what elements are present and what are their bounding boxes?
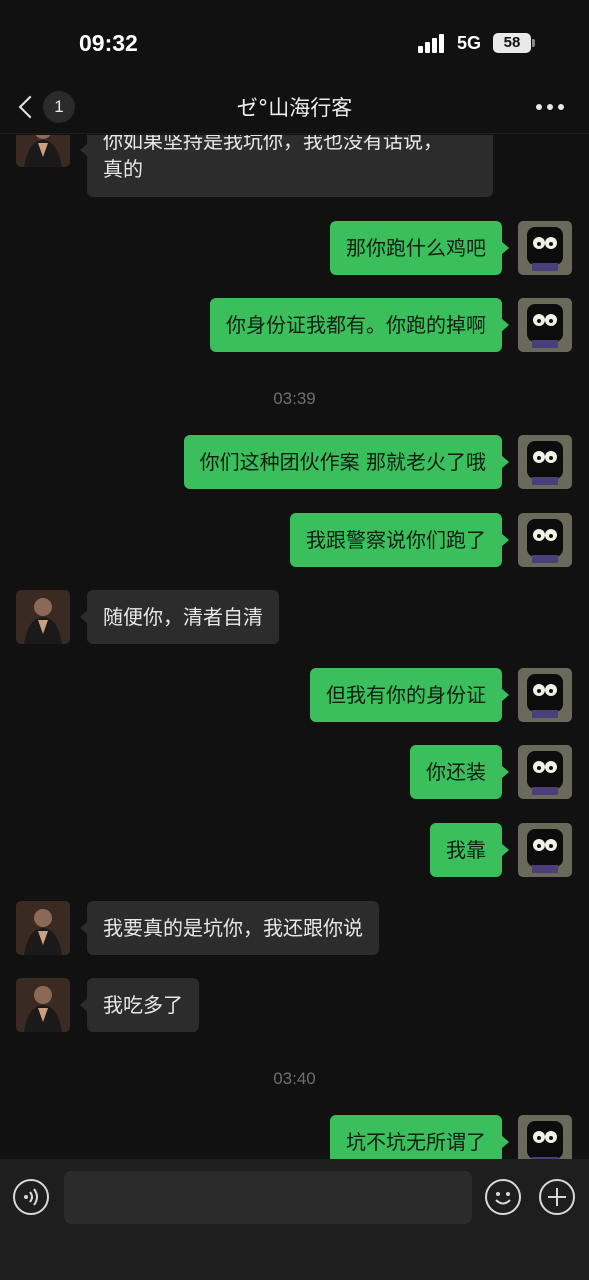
my-avatar[interactable]	[518, 221, 572, 275]
my-avatar[interactable]	[518, 298, 572, 352]
network-type: 5G	[457, 33, 482, 53]
emoji-icon[interactable]	[485, 1179, 521, 1215]
my-avatar[interactable]	[518, 513, 572, 567]
chat-header: 1 ゼ°山海行客	[0, 80, 589, 134]
message-bubble-outgoing[interactable]: 我跟警察说你们跑了	[290, 513, 509, 567]
my-avatar[interactable]	[518, 1115, 572, 1159]
my-avatar[interactable]	[518, 668, 572, 722]
signal-bars-icon	[418, 33, 448, 53]
voice-icon[interactable]	[13, 1179, 49, 1215]
my-avatar[interactable]	[518, 435, 572, 489]
status-time: 09:32	[79, 30, 138, 56]
timestamp: 03:40	[273, 1069, 316, 1088]
message-bubble-outgoing[interactable]: 但我有你的身份证	[310, 668, 509, 722]
battery-icon: 58	[493, 33, 531, 53]
message-bubble-outgoing[interactable]: 那你跑什么鸡吧	[330, 221, 509, 275]
my-avatar[interactable]	[518, 745, 572, 799]
message-bubble-outgoing[interactable]: 我靠	[430, 823, 509, 877]
status-bar: 09:32 5G 58	[0, 0, 589, 80]
plus-icon[interactable]	[539, 1179, 575, 1215]
message-bubble-outgoing[interactable]: 你们这种团伙作案 那就老火了哦	[183, 435, 510, 489]
message-list[interactable]: 你如果坚持是我坑你，我也没有话说， 真的 那你跑什么鸡吧 你身份证我都有。你跑的…	[0, 135, 589, 1159]
chat-title: ゼ°山海行客	[236, 96, 353, 120]
contact-avatar[interactable]	[16, 135, 70, 167]
message-bubble-outgoing[interactable]: 你还装	[410, 745, 509, 799]
message-bubble-incoming[interactable]: 你如果坚持是我坑你，我也没有话说， 真的	[80, 135, 493, 197]
timestamp: 03:39	[273, 389, 316, 408]
more-dots-icon[interactable]	[536, 104, 566, 112]
message-bubble-outgoing[interactable]: 你身份证我都有。你跑的掉啊	[210, 298, 509, 352]
my-avatar[interactable]	[518, 823, 572, 877]
contact-avatar[interactable]	[16, 901, 70, 955]
message-bubble-outgoing[interactable]: 坑不坑无所谓了	[330, 1115, 509, 1159]
battery-tip	[532, 39, 535, 47]
message-bubble-incoming[interactable]: 我要真的是坑你，我还跟你说	[80, 901, 379, 955]
message-bubble-incoming[interactable]: 我吃多了	[80, 978, 199, 1032]
contact-avatar[interactable]	[16, 978, 70, 1032]
contact-avatar[interactable]	[16, 590, 70, 644]
input-bar	[0, 1159, 589, 1280]
message-input[interactable]	[64, 1171, 472, 1224]
message-bubble-incoming[interactable]: 随便你，清者自清	[80, 590, 279, 644]
